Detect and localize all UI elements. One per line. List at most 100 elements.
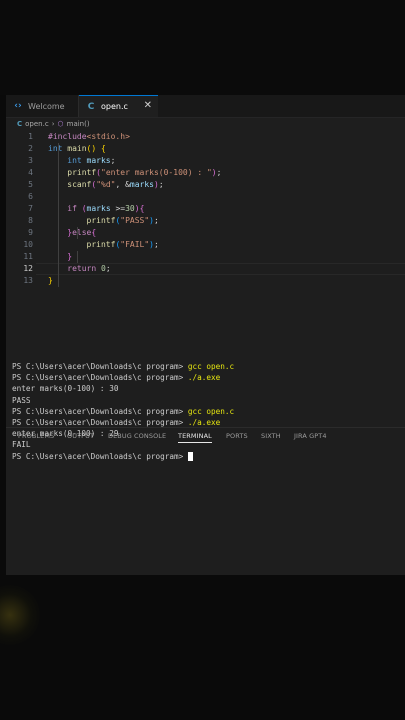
- tab-welcome[interactable]: ‹› Welcome: [6, 95, 79, 117]
- code-token: ;: [110, 156, 116, 165]
- code-token: , &: [115, 180, 130, 189]
- terminal-command: gcc open.c: [187, 406, 235, 416]
- code-token: marks: [86, 204, 116, 213]
- code-line[interactable]: 11 }: [6, 251, 405, 263]
- code-token: return: [67, 264, 101, 273]
- code-token: ;: [216, 168, 222, 177]
- code-text: int main() {: [48, 143, 106, 155]
- code-token: >=: [115, 204, 126, 213]
- code-token: "%d": [96, 180, 116, 189]
- code-line[interactable]: 5 scanf("%d", &marks);: [6, 179, 405, 191]
- code-text: if (marks >=30){: [48, 203, 144, 215]
- line-number: 6: [28, 192, 33, 201]
- code-line[interactable]: 12 return 0;: [6, 263, 405, 275]
- code-line[interactable]: 10 printf("FAIL");: [6, 239, 405, 251]
- code-token: "FAIL": [120, 240, 150, 249]
- code-token: marks: [86, 156, 111, 165]
- code-line[interactable]: 9 }else{: [6, 227, 405, 239]
- code-token: printf: [86, 240, 116, 249]
- function-icon: ⬡: [57, 120, 64, 128]
- terminal-command: gcc open.c: [187, 362, 235, 371]
- code-token: main: [67, 144, 87, 153]
- code-text: }else{: [48, 227, 96, 239]
- code-token: (): [86, 144, 101, 153]
- tab-open-c-label: open.c: [101, 102, 128, 111]
- indent-guide: [58, 143, 59, 287]
- code-token: {: [100, 144, 106, 153]
- code-token: scanf: [67, 180, 92, 189]
- terminal-prompt: PS C:\Users\acer\Downloads\c program>: [12, 373, 188, 383]
- line-number: 3: [28, 156, 33, 165]
- editor-tab-bar: ‹› Welcome C open.c ✕: [6, 95, 405, 118]
- code-token: ;: [105, 264, 111, 273]
- code-text: printf("FAIL");: [48, 239, 159, 251]
- code-line[interactable]: 1 #include<stdio.h>: [6, 131, 405, 143]
- code-token: int: [67, 156, 87, 165]
- terminal-line: PS C:\Users\acer\Downloads\c program> gc…: [12, 361, 399, 372]
- indent-guide: [77, 227, 78, 239]
- terminal-output-text: enter marks(0-100) : 29: [12, 429, 119, 439]
- terminal-prompt: PS C:\Users\acer\Downloads\c program>: [12, 451, 188, 461]
- code-line[interactable]: 2 int main() {: [6, 143, 405, 155]
- code-text: printf("enter marks(0-100) : ");: [48, 167, 221, 179]
- code-text: }: [48, 251, 72, 263]
- code-text: scanf("%d", &marks);: [48, 179, 164, 191]
- line-number: 1: [28, 132, 33, 141]
- code-token: if: [67, 204, 82, 213]
- code-token: 30: [125, 204, 135, 213]
- terminal-command: ./a.exe: [187, 417, 221, 427]
- code-line[interactable]: 8 printf("PASS");: [6, 215, 405, 227]
- line-number: 4: [28, 168, 33, 177]
- code-token: "enter marks(0-100) : ": [101, 168, 212, 177]
- indent-guide: [77, 251, 78, 263]
- breadcrumb: C open.c › ⬡ main(): [6, 117, 405, 131]
- blurred-light-spot: [0, 585, 40, 645]
- code-token: marks: [129, 180, 154, 189]
- terminal-output-text: PASS: [12, 395, 31, 405]
- code-line[interactable]: 3 int marks;: [6, 155, 405, 167]
- terminal-line: PS C:\Users\acer\Downloads\c program> gc…: [12, 406, 399, 417]
- close-icon[interactable]: ✕: [144, 100, 152, 111]
- line-number: 8: [28, 216, 33, 225]
- code-text: #include<stdio.h>: [48, 131, 130, 143]
- terminal-output-text: FAIL: [12, 440, 31, 450]
- chevron-right-icon: ›: [51, 120, 55, 128]
- code-token: printf: [67, 168, 97, 177]
- code-line[interactable]: 7 if (marks >=30){: [6, 203, 405, 215]
- c-file-icon: C: [87, 101, 95, 112]
- code-text: printf("PASS");: [48, 215, 159, 227]
- line-number: 12: [23, 264, 33, 273]
- line-number: 7: [28, 204, 33, 213]
- code-token: {: [139, 204, 145, 213]
- terminal-line: PS C:\Users\acer\Downloads\c program> ./…: [12, 417, 399, 428]
- terminal-command: ./a.exe: [187, 373, 221, 383]
- terminal-cursor: [187, 452, 193, 461]
- terminal-output[interactable]: PS C:\Users\acer\Downloads\c program> gc…: [12, 361, 399, 462]
- terminal-line: PS C:\Users\acer\Downloads\c program> ./…: [12, 372, 399, 383]
- line-number: 9: [28, 228, 33, 237]
- line-number: 2: [28, 144, 33, 153]
- code-token: #include: [48, 132, 87, 141]
- code-line[interactable]: 13}: [6, 275, 405, 287]
- code-line[interactable]: 6: [6, 191, 405, 203]
- tab-open-c[interactable]: C open.c ✕: [79, 95, 158, 117]
- breadcrumb-symbol[interactable]: main(): [67, 120, 90, 128]
- code-token: ;: [154, 216, 159, 225]
- terminal-output-text: enter marks(0-100) : 30: [12, 384, 119, 394]
- code-line[interactable]: 4 printf("enter marks(0-100) : ");: [6, 167, 405, 179]
- terminal-prompt: PS C:\Users\acer\Downloads\c program>: [12, 417, 188, 427]
- c-file-icon: C: [17, 120, 23, 128]
- vscode-window: ‹› Welcome C open.c ✕ C open.c › ⬡ main(…: [6, 95, 405, 575]
- code-token: <stdio.h>: [86, 132, 130, 141]
- code-token: ;: [154, 240, 159, 249]
- terminal-line: FAIL: [12, 439, 399, 450]
- code-token: ;: [158, 180, 164, 189]
- terminal-line: enter marks(0-100) : 30: [12, 383, 399, 394]
- line-number: 5: [28, 180, 33, 189]
- terminal-line: enter marks(0-100) : 29: [12, 428, 399, 439]
- vscode-icon: ‹›: [14, 101, 22, 111]
- breadcrumb-file[interactable]: open.c: [25, 120, 49, 128]
- code-token: "PASS": [120, 216, 150, 225]
